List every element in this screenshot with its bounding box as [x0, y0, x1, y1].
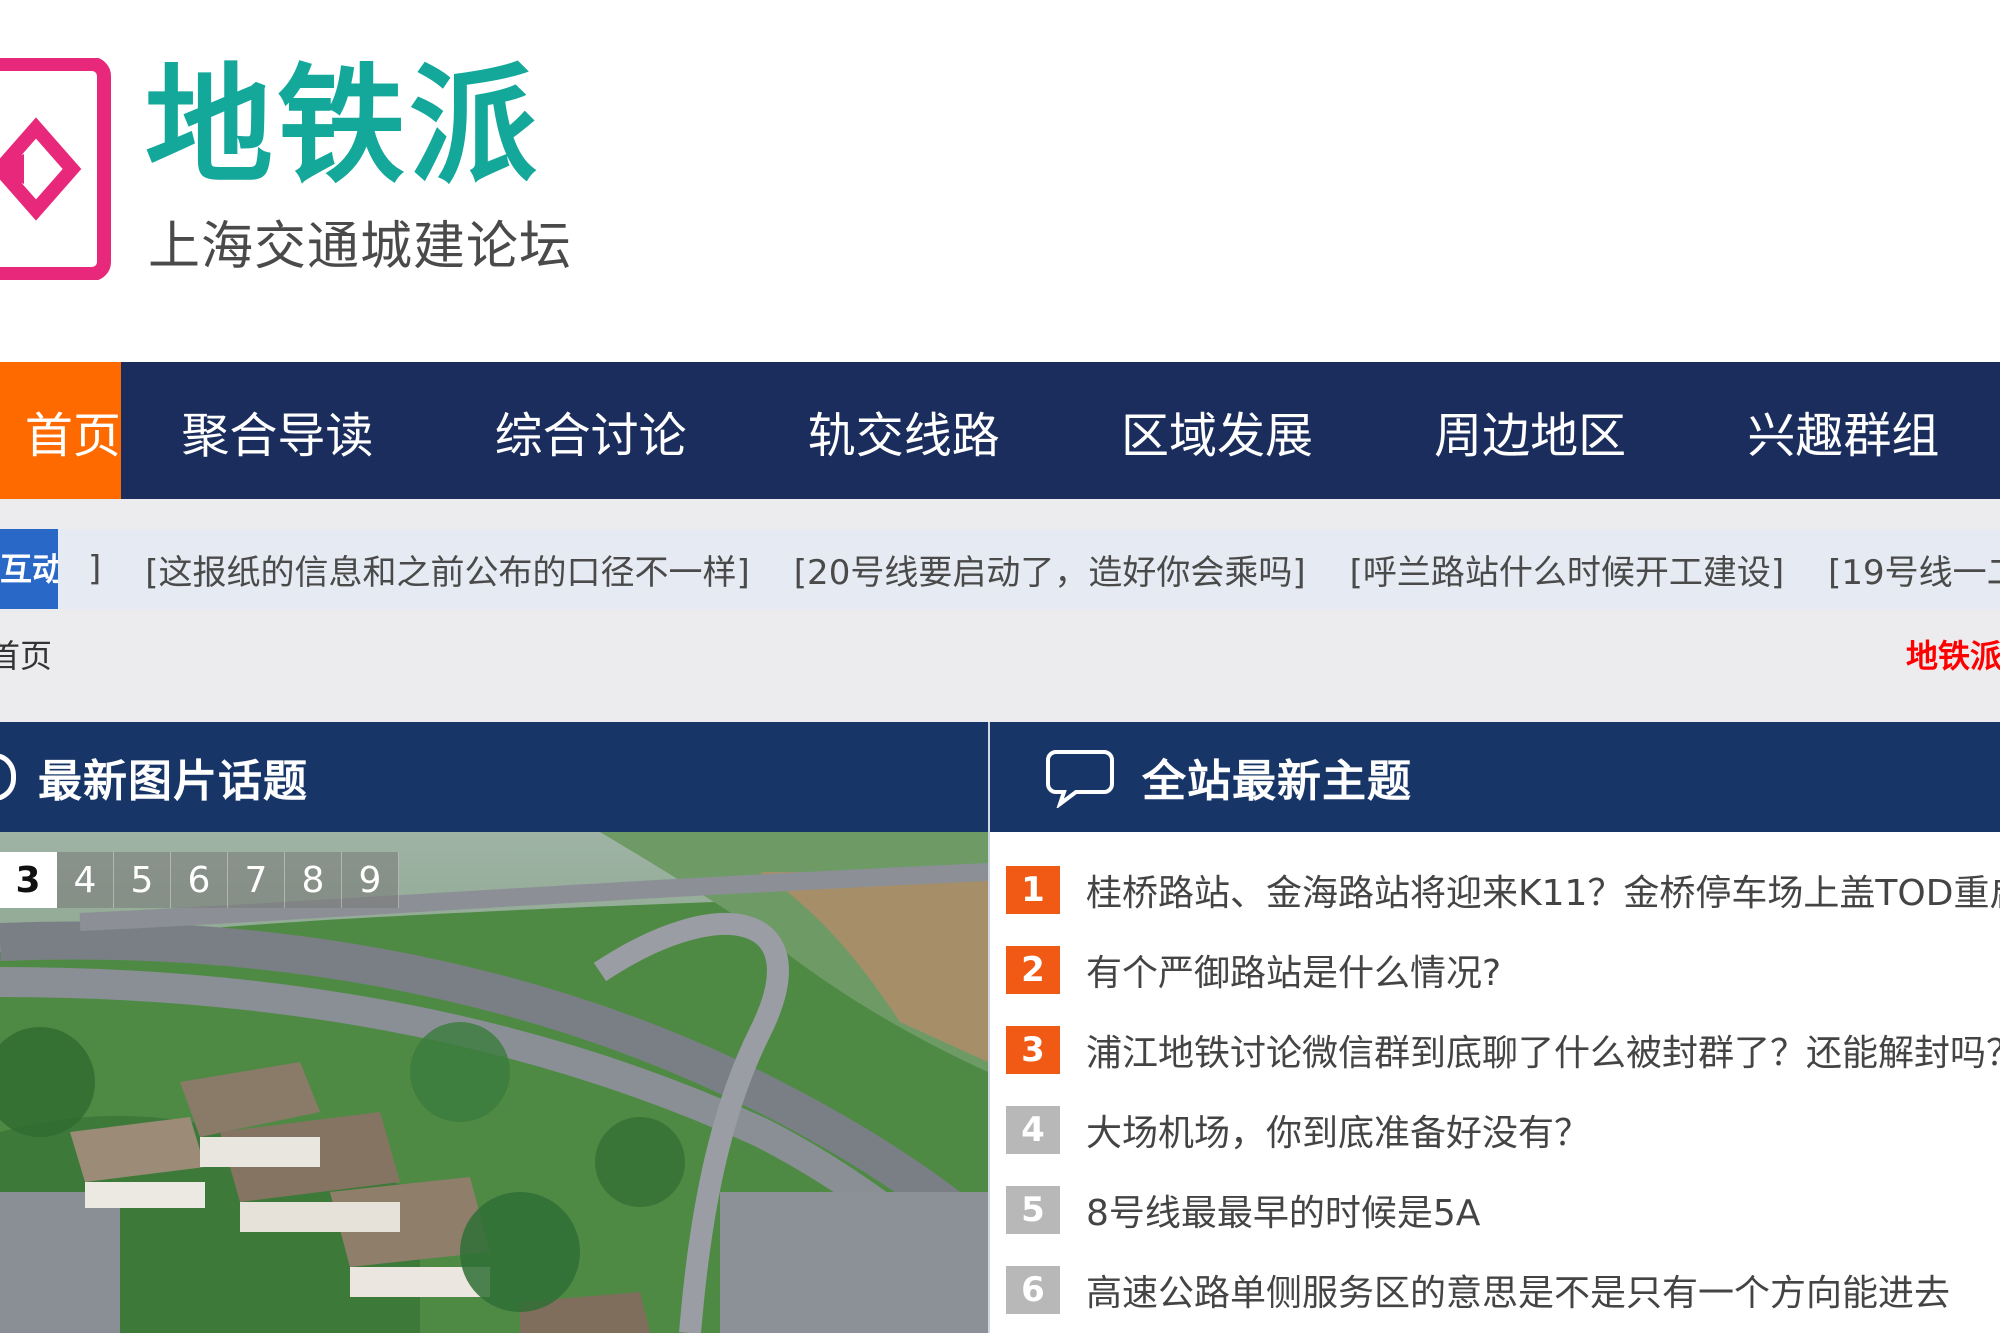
main-nav: 首页 聚合导读 综合讨论 轨交线路 区域发展 周边地区 兴趣群组 — [0, 362, 2000, 499]
nav-item-groups[interactable]: 兴趣群组 — [1687, 362, 2000, 499]
ticker-label: 互动 — [0, 529, 58, 609]
rank-badge: 2 — [1006, 946, 1060, 994]
site-tag[interactable]: 地铁派 — [1906, 632, 2000, 680]
pager-item[interactable]: 7 — [228, 852, 285, 908]
latest-photo-topics-panel: 最新图片话题 3 4 5 6 7 8 9 — [0, 722, 988, 1333]
ticker-item[interactable]: [呼兰路站什么时候开工建设] — [1350, 545, 1785, 594]
photo-icon — [0, 753, 16, 801]
nav-item-digest[interactable]: 聚合导读 — [121, 362, 434, 499]
list-item[interactable]: 1 桂桥路站、金海路站将迎来K11？金桥停车场上盖TOD重启 — [1006, 850, 2000, 930]
rank-badge: 6 — [1006, 1266, 1060, 1314]
nav-item-lines[interactable]: 轨交线路 — [747, 362, 1060, 499]
topic-title[interactable]: 有个严御路站是什么情况? — [1086, 944, 1501, 996]
pager-item[interactable]: 8 — [285, 852, 342, 908]
ticker-bar: 互动 ] [这报纸的信息和之前公布的口径不一样] [20号线要启动了，造好你会乘… — [0, 529, 2000, 609]
pager-item[interactable]: 5 — [114, 852, 171, 908]
list-item[interactable]: 3 浦江地铁讨论微信群到底聊了什么被封群了？还能解封吗？ — [1006, 1010, 2000, 1090]
topic-title[interactable]: 高速公路单侧服务区的意思是不是只有一个方向能进去 — [1086, 1264, 1950, 1316]
panel-title: 最新图片话题 — [38, 756, 308, 807]
topic-title[interactable]: 桂桥路站、金海路站将迎来K11？金桥停车场上盖TOD重启 — [1086, 864, 2000, 916]
pager-item[interactable]: 3 — [0, 852, 57, 908]
topic-title[interactable]: 大场机场，你到底准备好没有？ — [1086, 1104, 1590, 1156]
pager-item[interactable]: 6 — [171, 852, 228, 908]
pager-item[interactable]: 9 — [342, 852, 399, 908]
ticker-items: ] [这报纸的信息和之前公布的口径不一样] [20号线要启动了，造好你会乘吗] … — [88, 529, 2000, 609]
rank-badge: 3 — [1006, 1026, 1060, 1074]
topic-title[interactable]: 8号线最最早的时候是5A — [1086, 1184, 1480, 1236]
list-item[interactable]: 4 大场机场，你到底准备好没有？ — [1006, 1090, 2000, 1170]
panel-title: 全站最新主题 — [1142, 756, 1412, 807]
topic-title[interactable]: 浦江地铁讨论微信群到底聊了什么被封群了？还能解封吗？ — [1086, 1024, 2000, 1076]
latest-topics-panel: 全站最新主题 1 桂桥路站、金海路站将迎来K11？金桥停车场上盖TOD重启 2 … — [990, 722, 2000, 1333]
logo-subtitle: 上海交通城建论坛 — [148, 217, 573, 277]
nav-item-surrounding[interactable]: 周边地区 — [1374, 362, 1687, 499]
rank-badge: 4 — [1006, 1106, 1060, 1154]
chat-bubble-icon — [1046, 750, 1114, 808]
list-item[interactable]: 2 有个严御路站是什么情况? — [1006, 930, 2000, 1010]
logo-title[interactable]: 地铁派 — [145, 52, 541, 202]
nav-item-home[interactable]: 首页 — [0, 362, 121, 499]
slider-pager: 3 4 5 6 7 8 9 — [0, 852, 399, 908]
panel-header: 全站最新主题 — [990, 722, 2000, 832]
site-header: 地铁派 上海交通城建论坛 — [0, 0, 2000, 362]
breadcrumb[interactable]: 首页 — [0, 632, 52, 680]
nav-item-region[interactable]: 区域发展 — [1060, 362, 1373, 499]
logo-icon[interactable] — [0, 58, 112, 280]
ticker-item[interactable]: ] — [88, 549, 101, 589]
pager-item[interactable]: 4 — [57, 852, 114, 908]
rank-badge: 1 — [1006, 866, 1060, 914]
list-item[interactable]: 6 高速公路单侧服务区的意思是不是只有一个方向能进去 — [1006, 1250, 2000, 1330]
photo-slider[interactable]: 3 4 5 6 7 8 9 — [0, 832, 988, 1333]
ticker-item[interactable]: [20号线要启动了，造好你会乘吗] — [794, 545, 1306, 594]
panel-header: 最新图片话题 — [0, 722, 988, 832]
ticker-item[interactable]: [这报纸的信息和之前公布的口径不一样] — [145, 545, 750, 594]
rank-badge: 5 — [1006, 1186, 1060, 1234]
ticker-item[interactable]: [19号线一二八纪念路 — [1828, 545, 2000, 594]
topic-list: 1 桂桥路站、金海路站将迎来K11？金桥停车场上盖TOD重启 2 有个严御路站是… — [1006, 850, 2000, 1330]
nav-item-discussion[interactable]: 综合讨论 — [434, 362, 747, 499]
list-item[interactable]: 5 8号线最最早的时候是5A — [1006, 1170, 2000, 1250]
